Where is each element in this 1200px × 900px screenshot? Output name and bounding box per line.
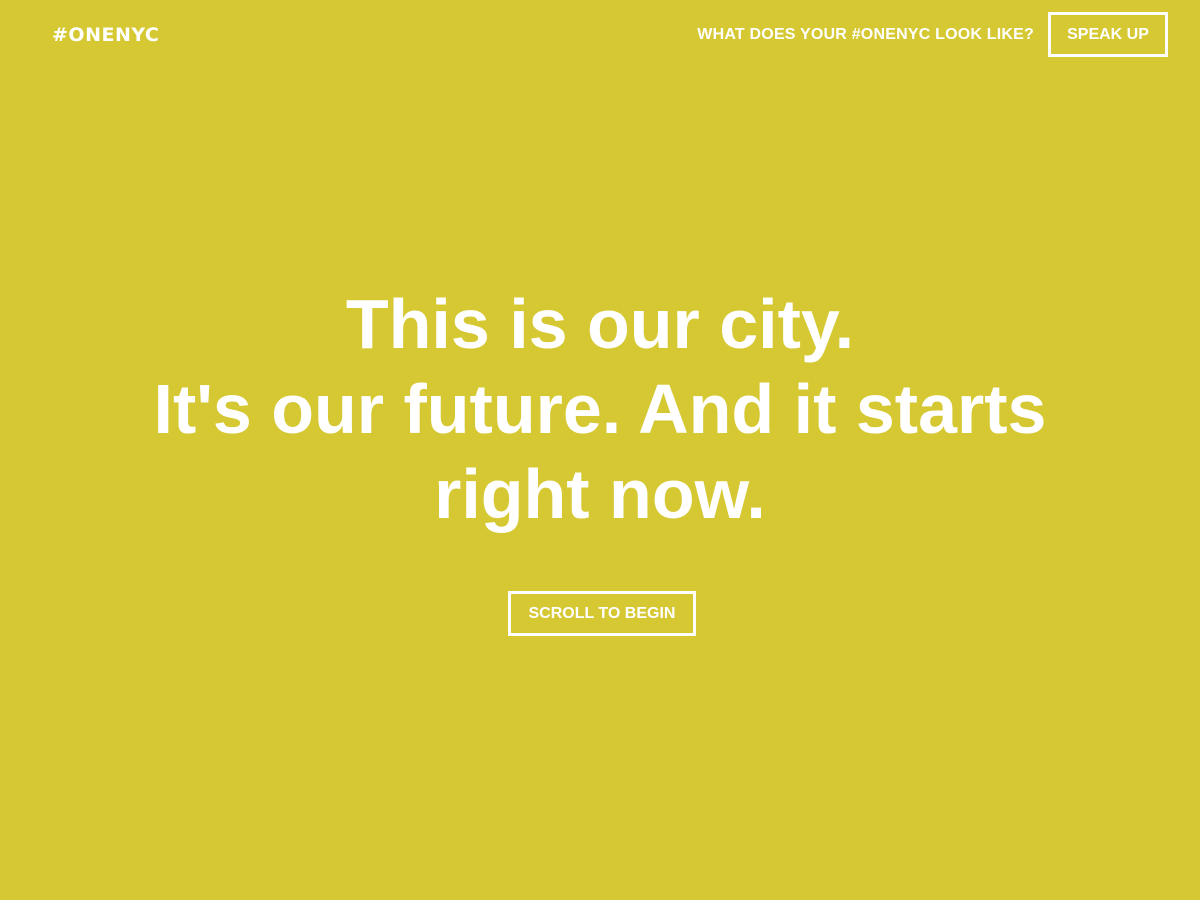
speak-up-button[interactable]: SPEAK UP (1048, 12, 1168, 57)
onenyc-logo[interactable]: #ONENYC (52, 24, 159, 46)
scroll-to-begin-button[interactable]: SCROLL TO BEGIN (508, 591, 696, 636)
hero-headline: This is our city. It's our future. And i… (0, 282, 1200, 537)
hero-line-3: right now. (434, 455, 766, 533)
onenyc-question-link[interactable]: WHAT DOES YOUR #ONENYC LOOK LIKE? (697, 26, 1034, 44)
hero-line-2: It's our future. And it starts (153, 370, 1047, 448)
hero-line-1: This is our city. (345, 285, 855, 363)
